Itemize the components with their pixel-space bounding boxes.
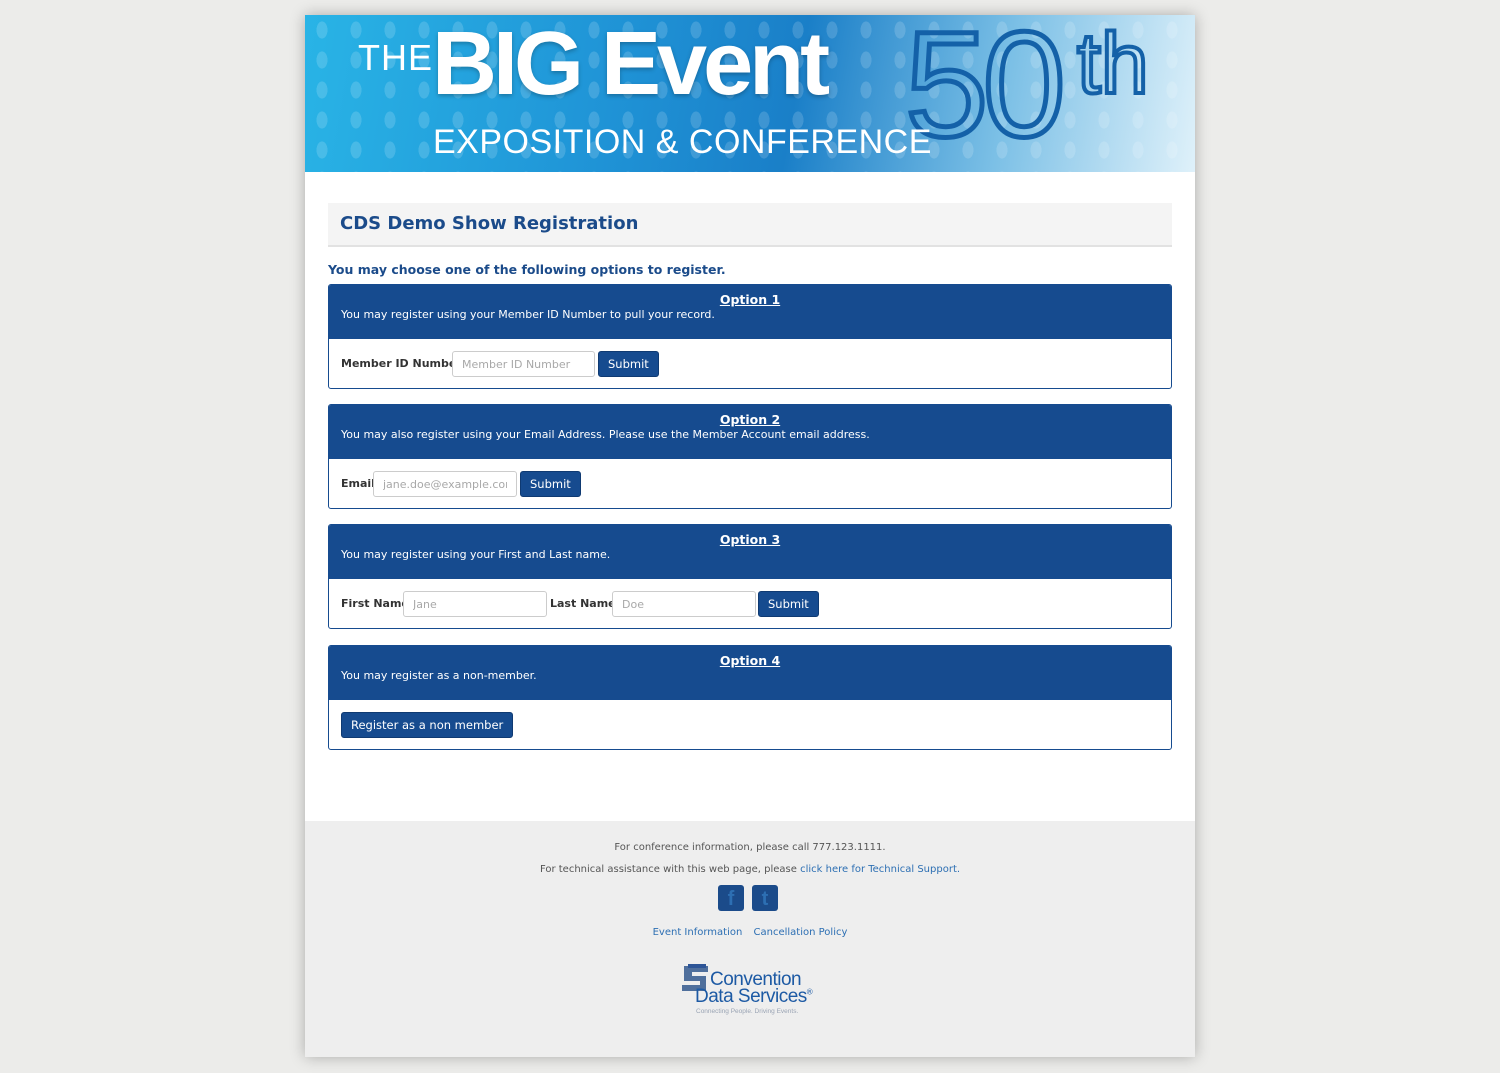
email-label: Email	[341, 477, 375, 490]
option-1-panel: Option 1 You may register using your Mem…	[328, 284, 1172, 389]
tech-support-prefix: For technical assistance with this web p…	[539, 864, 797, 875]
member-id-label: Member ID Number	[341, 357, 462, 370]
last-name-label: Last Name	[550, 597, 616, 610]
banner-anniversary-suffix: th	[1075, 16, 1151, 112]
member-id-input[interactable]	[452, 351, 595, 377]
twitter-icon[interactable]: t	[752, 885, 778, 911]
first-name-input[interactable]	[403, 591, 547, 617]
option-1-body: Member ID Number Submit	[329, 339, 1171, 388]
option-2-title: Option 2	[719, 412, 781, 427]
option-4-title: Option 4	[719, 653, 781, 668]
twitter-glyph: t	[761, 888, 769, 910]
facebook-icon[interactable]: f	[718, 885, 744, 911]
option-1-description: You may register using your Member ID Nu…	[341, 308, 715, 321]
banner-subtitle: EXPOSITION & CONFERENCE	[433, 123, 932, 161]
intro-text: You may choose one of the following opti…	[328, 262, 726, 277]
option-1-title: Option 1	[719, 292, 781, 307]
option-3-header: Option 3 You may register using your Fir…	[329, 525, 1171, 579]
option-3-title: Option 3	[719, 532, 781, 547]
page-title: CDS Demo Show Registration	[340, 213, 639, 234]
banner-the: THE	[358, 37, 433, 78]
cds-logo-tagline: Connecting People. Driving Events.	[696, 1008, 799, 1015]
option-3-panel: Option 3 You may register using your Fir…	[328, 524, 1172, 629]
facebook-glyph: f	[727, 888, 735, 910]
option-2-description: You may also register using your Email A…	[341, 428, 870, 441]
cds-logo-registered: ®	[806, 987, 813, 997]
option-4-panel: Option 4 You may register as a non-membe…	[328, 645, 1172, 750]
option-2-panel: Option 2 You may also register using you…	[328, 404, 1172, 509]
email-submit-button[interactable]: Submit	[520, 471, 581, 497]
email-input[interactable]	[373, 471, 517, 497]
register-non-member-button[interactable]: Register as a non member	[341, 712, 514, 738]
last-name-input[interactable]	[612, 591, 756, 617]
option-1-header: Option 1 You may register using your Mem…	[329, 285, 1171, 339]
banner-title: BIG Event	[432, 15, 830, 114]
footer: For conference information, please call …	[305, 821, 1195, 1057]
event-banner: 50 th THE BIG Event EXPOSITION & CONFERE…	[305, 15, 1195, 172]
option-2-header: Option 2 You may also register using you…	[329, 405, 1171, 459]
tech-support-text: For technical assistance with this web p…	[305, 864, 1195, 875]
name-submit-button[interactable]: Submit	[758, 591, 819, 617]
page-title-bar: CDS Demo Show Registration	[328, 203, 1172, 247]
member-id-submit-button[interactable]: Submit	[598, 351, 659, 377]
option-3-description: You may register using your First and La…	[341, 548, 611, 561]
event-information-link[interactable]: Event Information	[653, 927, 743, 938]
conference-info-text: For conference information, please call …	[614, 842, 886, 853]
option-3-body: First Name Last Name Submit	[329, 579, 1171, 628]
footer-links: Event Information Cancellation Policy	[305, 927, 1195, 938]
first-name-label: First Name	[341, 597, 409, 610]
cds-logo-name: Data Services	[695, 986, 807, 1007]
option-4-body: Register as a non member	[329, 700, 1171, 749]
cds-logo-line2: Data Services®	[695, 986, 813, 1008]
cancellation-policy-link[interactable]: Cancellation Policy	[754, 927, 848, 938]
option-4-description: You may register as a non-member.	[341, 669, 537, 682]
cds-logo: Convention Data Services® Connecting Peo…	[678, 959, 828, 1019]
tech-support-link[interactable]: click here for Technical Support.	[800, 864, 960, 875]
page-container: 50 th THE BIG Event EXPOSITION & CONFERE…	[305, 15, 1195, 1057]
option-4-header: Option 4 You may register as a non-membe…	[329, 646, 1171, 700]
option-2-body: Email Submit	[329, 459, 1171, 508]
